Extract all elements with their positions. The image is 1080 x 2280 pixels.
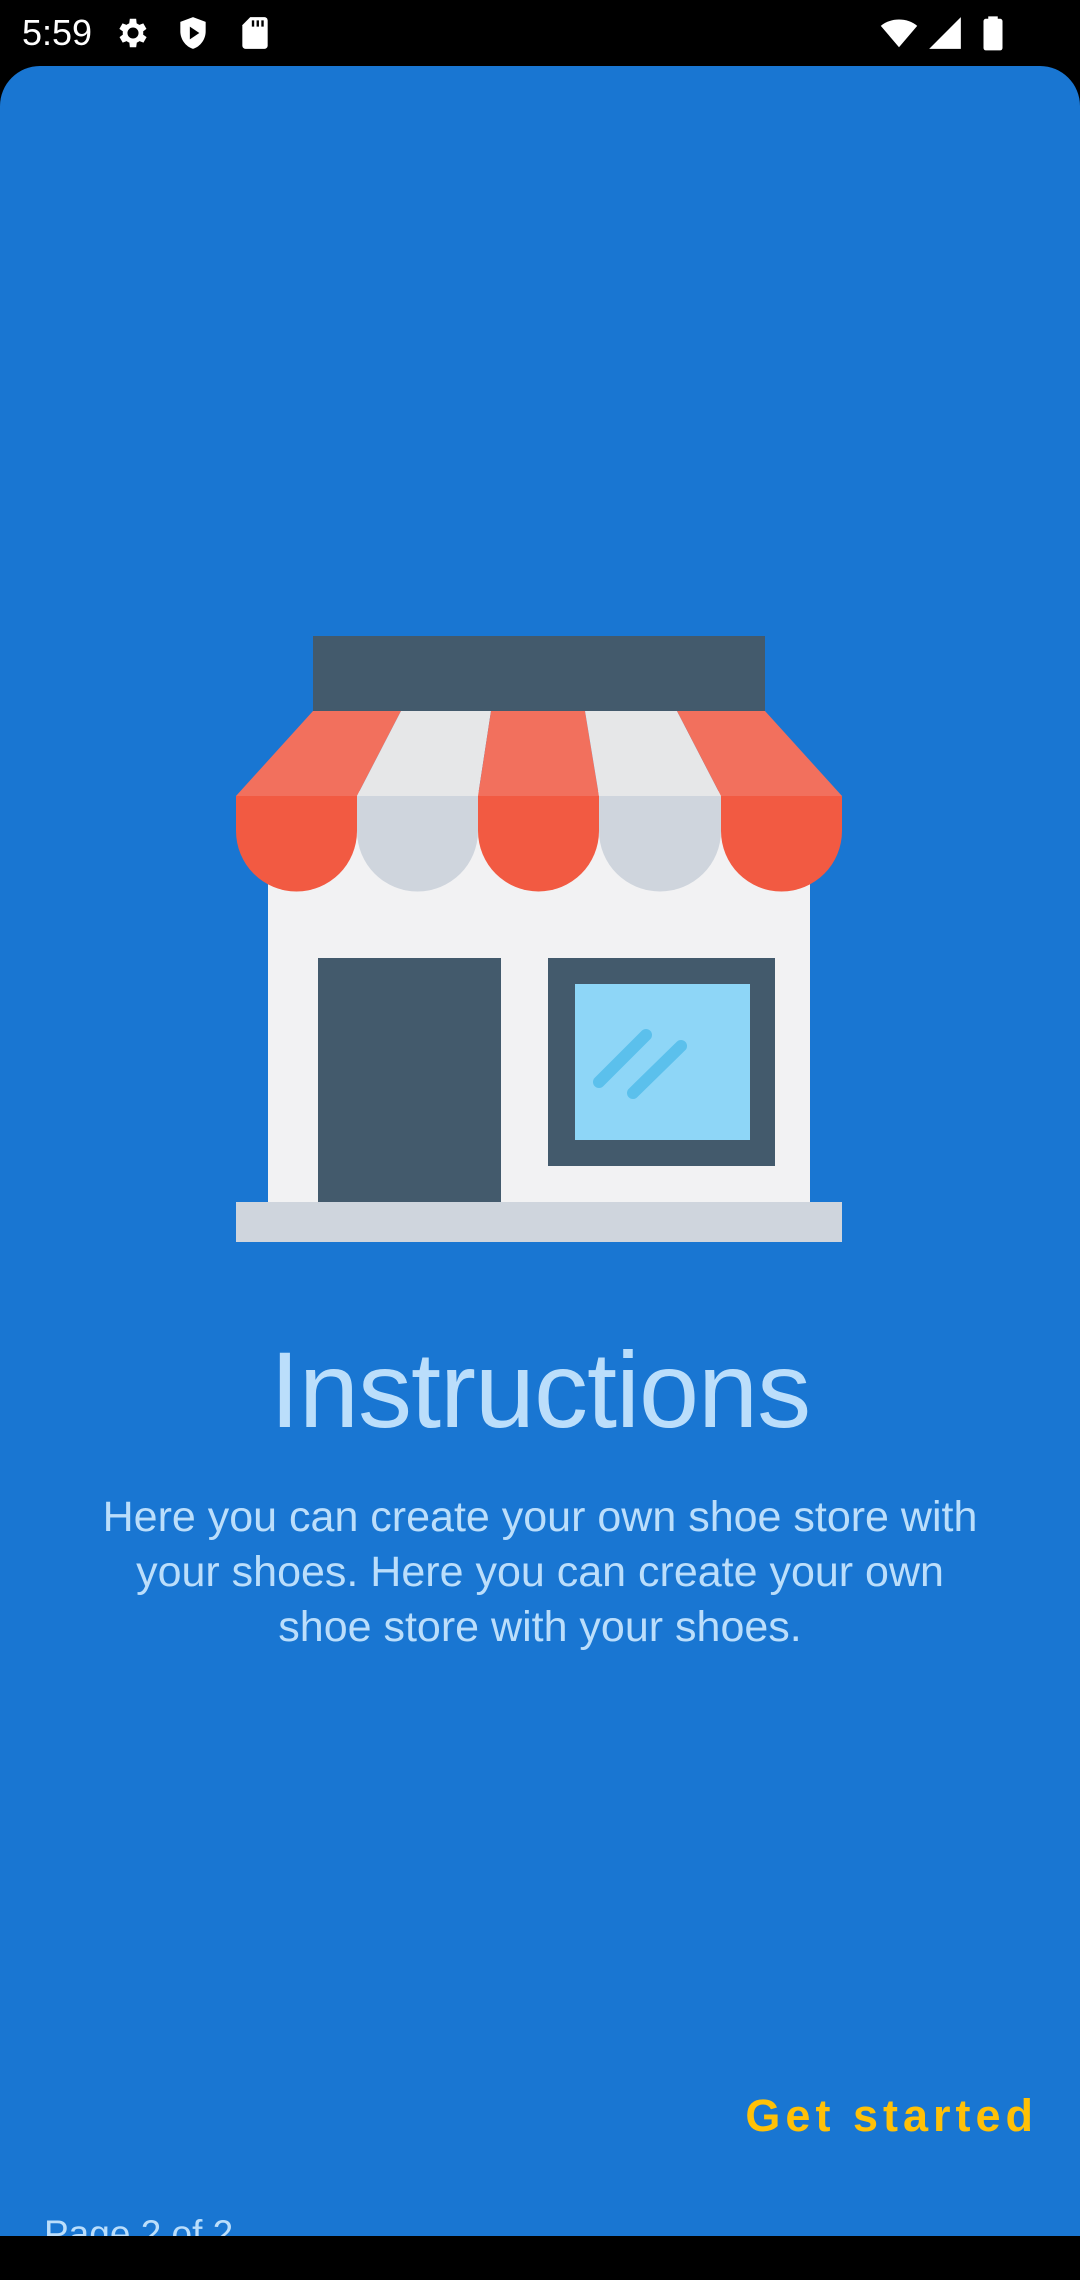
wifi-icon [880, 14, 918, 52]
store-door [318, 958, 501, 1206]
page-description: Here you can create your own shoe store … [102, 1493, 978, 1651]
store-base [236, 1202, 842, 1242]
page-title: Instructions [269, 1329, 811, 1450]
navigation-bar [0, 2236, 1080, 2280]
sd-card-icon [236, 14, 274, 52]
onboarding-page: Instructions Here you can create your ow… [0, 66, 1080, 2236]
settings-gear-icon [114, 14, 152, 52]
get-started-button[interactable]: Get started [745, 2086, 1038, 2146]
cellular-signal-icon [926, 14, 964, 52]
shield-play-icon [174, 14, 212, 52]
status-bar: 5:59 [0, 0, 1080, 66]
battery-icon [974, 14, 1012, 52]
status-time: 5:59 [22, 12, 93, 53]
page-indicator: Page 2 of 2 [44, 2213, 234, 2236]
store-signboard [313, 636, 765, 711]
storefront-illustration [236, 636, 842, 1242]
screen: 5:59 Instructions Here you can create yo… [0, 0, 1080, 2280]
